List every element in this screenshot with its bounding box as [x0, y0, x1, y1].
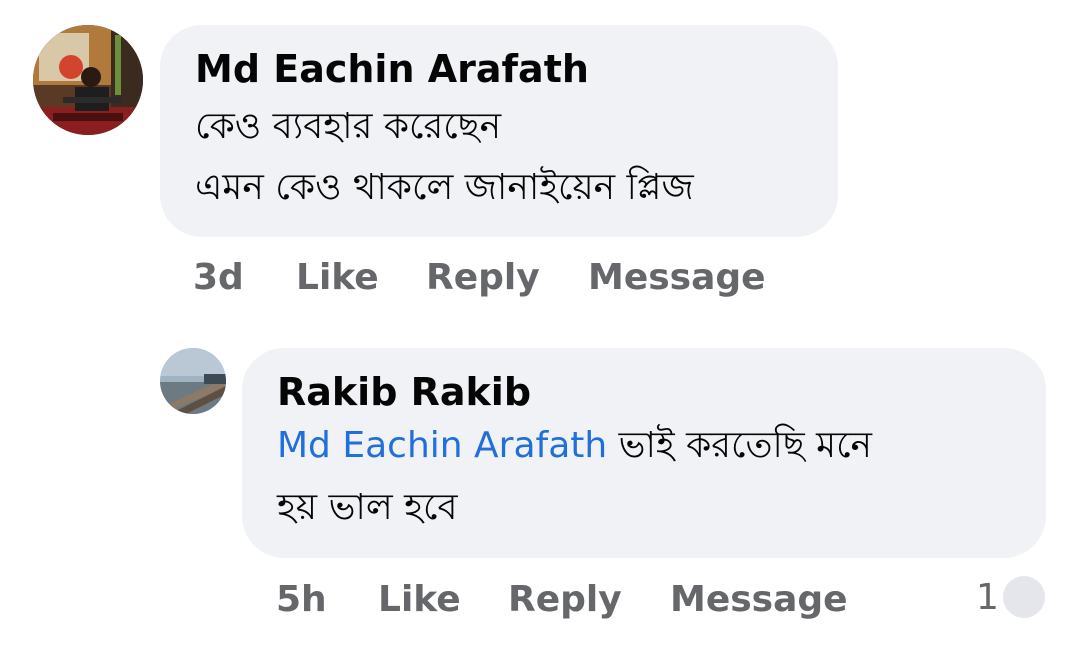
comment-timestamp[interactable]: 3d [193, 256, 244, 300]
like-button[interactable]: Like [378, 578, 461, 622]
comment-text-line: হয় ভাল হবে [277, 487, 458, 528]
comment-text-line: এমন কেও থাকলে জানাইয়েন প্লিজ [195, 167, 694, 208]
reply-button[interactable]: Reply [426, 256, 540, 300]
reaction-count[interactable]: 1 [976, 576, 999, 620]
comment-text-line: Md Eachin Arafath ভাই করতেছি মনে [277, 424, 872, 468]
profile-photo-icon [160, 348, 226, 414]
reaction-icon[interactable] [1003, 576, 1045, 618]
avatar[interactable] [33, 25, 143, 135]
comment-bubble: Md Eachin Arafath কেও ব্যবহার করেছেন এমন… [160, 25, 838, 237]
reply-bubble: Rakib Rakib Md Eachin Arafath ভাই করতেছি… [242, 348, 1046, 558]
message-button[interactable]: Message [588, 256, 766, 300]
mention-link[interactable]: Md Eachin Arafath [277, 425, 607, 466]
comment-timestamp[interactable]: 5h [276, 578, 327, 622]
profile-photo-icon [33, 25, 143, 135]
reply-button[interactable]: Reply [508, 578, 622, 622]
comment-text-line: কেও ব্যবহার করেছেন [195, 106, 502, 147]
avatar[interactable] [160, 348, 226, 414]
like-button[interactable]: Like [296, 256, 379, 300]
comment-text: ভাই করতেছি মনে [607, 425, 873, 466]
comment-author[interactable]: Md Eachin Arafath [195, 47, 589, 91]
message-button[interactable]: Message [670, 578, 848, 622]
comment-author[interactable]: Rakib Rakib [277, 370, 531, 414]
